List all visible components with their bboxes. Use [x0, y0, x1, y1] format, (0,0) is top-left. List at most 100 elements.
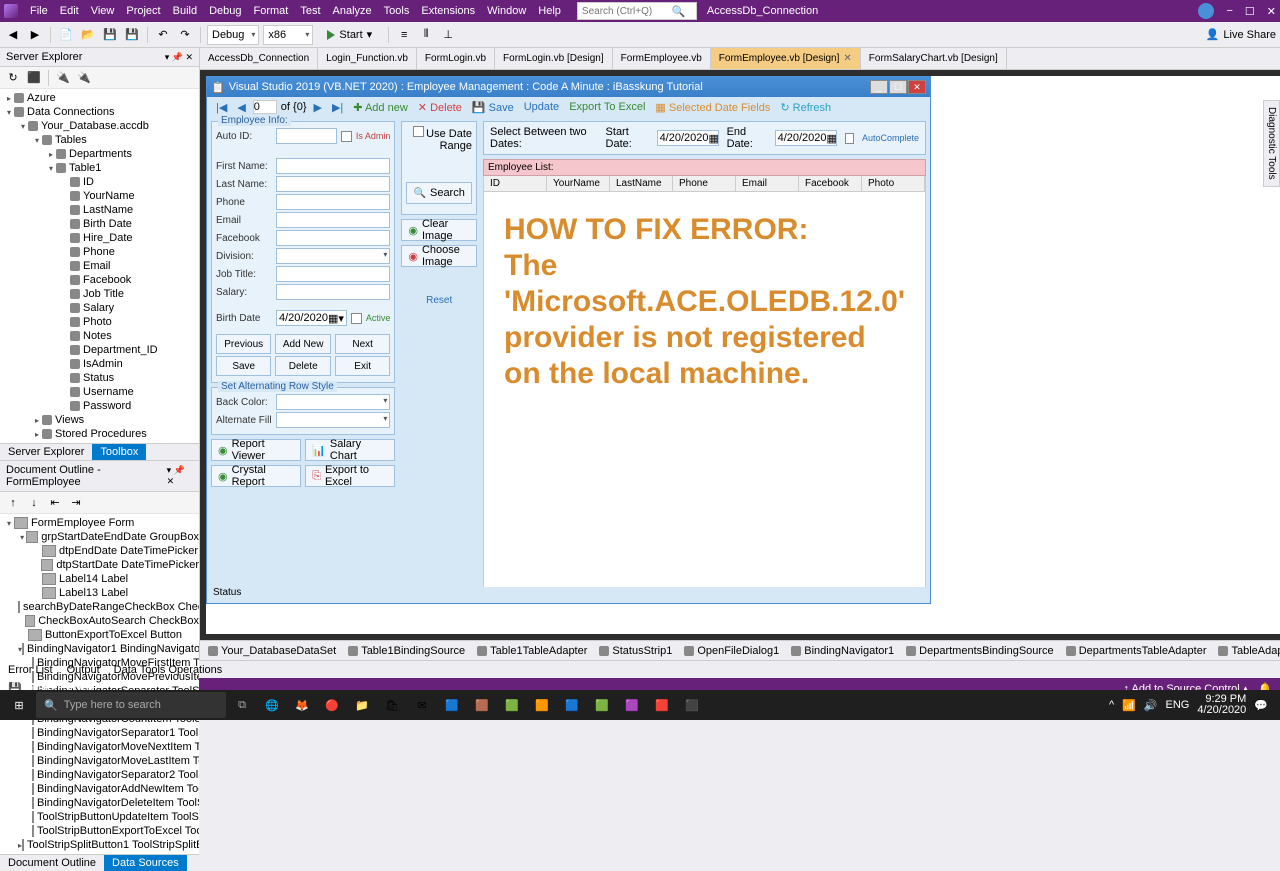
maximize-icon[interactable]: ☐ [1245, 5, 1255, 18]
column-header[interactable]: Photo [862, 176, 925, 191]
taskbar-search[interactable]: 🔍Type here to search [36, 692, 226, 718]
app-icon[interactable]: 🟧 [528, 691, 556, 719]
add-new-btn[interactable]: ✚ Add new [350, 101, 410, 114]
report-viewer-button[interactable]: ◉Report Viewer [211, 439, 301, 461]
save-icon[interactable]: 💾 [101, 26, 119, 44]
next-icon[interactable]: ▶ [311, 101, 325, 114]
connect-db-icon[interactable]: 🔌 [75, 69, 93, 87]
chrome-icon[interactable]: 🔴 [318, 691, 346, 719]
tree-item[interactable]: ▸Departments [0, 147, 199, 161]
tree-item[interactable]: ▾Your_Database.accdb [0, 119, 199, 133]
word-icon[interactable]: 🟦 [558, 691, 586, 719]
tree-item[interactable]: ToolStripButtonUpdateItem ToolStripButt [0, 810, 199, 824]
doc-tab[interactable]: AccessDb_Connection [200, 48, 318, 69]
doc-tab[interactable]: Login_Function.vb [318, 48, 417, 69]
task-view-icon[interactable]: ⧉ [228, 691, 256, 719]
tray-up-icon[interactable]: ^ [1109, 699, 1114, 711]
tree-item[interactable]: Hire_Date [0, 231, 199, 245]
outdent-icon[interactable]: ⇤ [46, 494, 64, 512]
menu-debug[interactable]: Debug [203, 3, 247, 19]
doc-tab[interactable]: FormEmployee.vb [Design] ✕ [711, 48, 861, 69]
excel-icon[interactable]: 🟩 [588, 691, 616, 719]
form-min-icon[interactable]: _ [870, 80, 888, 94]
align-icon[interactable]: ≡ [395, 26, 413, 44]
component[interactable]: BindingNavigator1 [791, 645, 894, 657]
server-explorer-tabs[interactable]: Server ExplorerToolbox [0, 443, 199, 460]
start-button[interactable]: ⊞ [4, 690, 34, 720]
tree-item[interactable]: ▾Tables [0, 133, 199, 147]
tree-item[interactable]: Email [0, 259, 199, 273]
tree-item[interactable]: ID [0, 175, 199, 189]
volume-icon[interactable]: 🔊 [1144, 699, 1158, 712]
tree-item[interactable]: Label14 Label [0, 572, 199, 586]
mail-icon[interactable]: ✉ [408, 691, 436, 719]
doc-tab[interactable]: FormEmployee.vb [613, 48, 711, 69]
column-header[interactable]: Facebook [799, 176, 862, 191]
redo-icon[interactable]: ↷ [176, 26, 194, 44]
indent-icon[interactable]: ⇥ [67, 494, 85, 512]
component[interactable]: StatusStrip1 [599, 645, 672, 657]
menu-view[interactable]: View [85, 3, 121, 19]
menu-analyze[interactable]: Analyze [327, 3, 378, 19]
tree-item[interactable]: Salary [0, 301, 199, 315]
auto-id-input[interactable] [276, 128, 337, 144]
tree-item[interactable]: Photo [0, 315, 199, 329]
vs-icon[interactable]: 🟪 [618, 691, 646, 719]
move-up-icon[interactable]: ↑ [4, 494, 22, 512]
tree-item[interactable]: Facebook [0, 273, 199, 287]
form-close-icon[interactable]: ✕ [908, 80, 926, 94]
menu-window[interactable]: Window [481, 3, 532, 19]
autocomplete-checkbox[interactable] [845, 133, 854, 144]
doc-tab[interactable]: FormLogin.vb [Design] [495, 48, 613, 69]
tree-item[interactable]: LastName [0, 203, 199, 217]
tree-item[interactable]: ▾BindingNavigator1 BindingNavigator [0, 642, 199, 656]
tab[interactable]: Server Explorer [0, 444, 92, 460]
app-icon[interactable]: 🟥 [648, 691, 676, 719]
component[interactable]: Your_DatabaseDataSet [208, 645, 336, 657]
app-icon[interactable]: 🟫 [468, 691, 496, 719]
tree-item[interactable]: ToolStripButtonExportToExcel ToolStripBu [0, 824, 199, 838]
align-icon[interactable]: ⫴ [417, 26, 435, 44]
stop-icon[interactable]: ⬛ [25, 69, 43, 87]
active-checkbox[interactable] [351, 313, 362, 324]
move-down-icon[interactable]: ↓ [25, 494, 43, 512]
menu-format[interactable]: Format [248, 3, 295, 19]
minimize-icon[interactable]: − [1226, 5, 1232, 17]
use-range-checkbox[interactable] [413, 126, 424, 137]
tree-item[interactable]: IsAdmin [0, 357, 199, 371]
form-employee-design[interactable]: 📋 Visual Studio 2019 (VB.NET 2020) : Emp… [206, 76, 931, 604]
binding-navigator[interactable]: |◀ ◀ of {0} ▶ ▶| ✚ Add new ✕ Delete 💾 Sa… [207, 97, 930, 117]
close-tab-icon[interactable]: ✕ [843, 53, 851, 64]
data-grid[interactable]: HOW TO FIX ERROR:The 'Microsoft.ACE.OLED… [483, 192, 926, 599]
update-btn[interactable]: Update [521, 101, 562, 113]
save-all-icon[interactable]: 💾 [123, 26, 141, 44]
undo-icon[interactable]: ↶ [154, 26, 172, 44]
division-combo[interactable] [276, 248, 390, 264]
tree-item[interactable]: ▸ToolStripSplitButton1 ToolStripSplitBut… [0, 838, 199, 852]
quick-launch[interactable]: 🔍 [577, 2, 697, 20]
previous-button[interactable]: Previous [216, 334, 271, 354]
backcolor-combo[interactable] [276, 394, 390, 410]
form-max-icon[interactable]: ☐ [889, 80, 907, 94]
tree-item[interactable]: ▾Table1 [0, 161, 199, 175]
refresh-btn[interactable]: ↻ Refresh [777, 101, 834, 114]
app-icon[interactable]: 🟩 [498, 691, 526, 719]
tree-item[interactable]: BindingNavigatorMoveNextItem ToolStripB [0, 740, 199, 754]
component[interactable]: Table1BindingSource [348, 645, 465, 657]
diagnostic-tools-tab[interactable]: Diagnostic Tools [1263, 100, 1280, 187]
doc-tab[interactable]: FormLogin.vb [417, 48, 495, 69]
menu-test[interactable]: Test [294, 3, 326, 19]
pin-icon[interactable]: ▾ 📌 ✕ [167, 465, 193, 487]
nav-fwd-icon[interactable]: ▶ [26, 26, 44, 44]
choose-image-button[interactable]: ◉Choose Image [401, 245, 477, 267]
tab[interactable]: Data Sources [104, 855, 187, 871]
windows-taskbar[interactable]: ⊞ 🔍Type here to search ⧉ 🌐 🦊 🔴 📁 🛍 ✉ 🟦 🟫… [0, 690, 1280, 720]
component[interactable]: OpenFileDialog1 [684, 645, 779, 657]
tree-item[interactable]: Notes [0, 329, 199, 343]
tree-item[interactable]: Birth Date [0, 217, 199, 231]
tree-item[interactable]: BindingNavigatorMoveLastItem ToolStripB [0, 754, 199, 768]
phone-input[interactable] [276, 194, 390, 210]
tree-item[interactable]: ▾grpStartDateEndDate GroupBox [0, 530, 199, 544]
component-tray[interactable]: Your_DatabaseDataSetTable1BindingSourceT… [200, 640, 1280, 660]
tree-item[interactable]: ButtonExportToExcel Button [0, 628, 199, 642]
